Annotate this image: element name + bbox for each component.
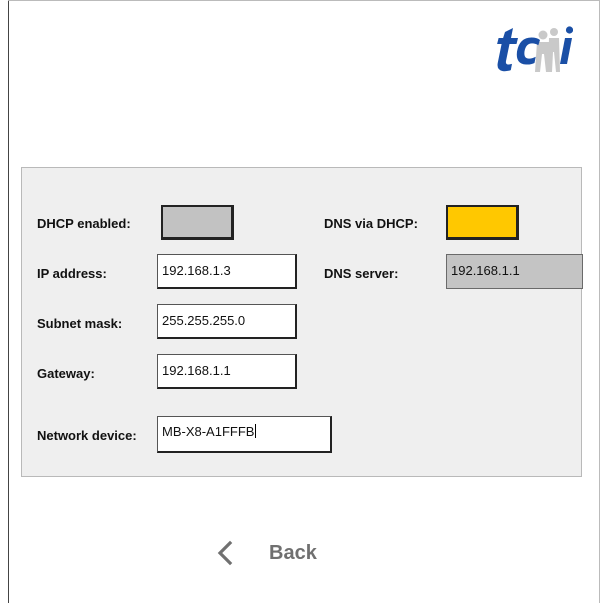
dns-via-dhcp-toggle[interactable] [446,205,519,240]
chevron-left-icon [217,540,233,566]
ip-address-field[interactable]: 192.168.1.3 [157,254,297,289]
subnet-mask-label: Subnet mask: [37,316,123,331]
dhcp-enabled-toggle[interactable] [161,205,234,240]
window-left-border [8,0,9,603]
dns-server-label: DNS server: [324,266,399,281]
gateway-label: Gateway: [37,366,95,381]
dns-server-field: 192.168.1.1 [446,254,583,289]
network-device-value: MB-X8-A1FFFB [162,424,255,439]
dns-via-dhcp-label: DNS via DHCP: [324,216,418,231]
gateway-field[interactable]: 192.168.1.1 [157,354,297,389]
tcmi-logo [497,26,573,72]
subnet-mask-field[interactable]: 255.255.255.0 [157,304,297,339]
text-caret [255,424,257,438]
back-button[interactable]: Back [215,535,317,571]
network-device-label: Network device: [37,428,137,443]
network-device-field[interactable]: MB-X8-A1FFFB [157,416,332,453]
dhcp-enabled-label: DHCP enabled: [37,216,131,231]
back-label: Back [269,541,317,564]
ip-address-label: IP address: [37,266,107,281]
network-settings-panel: DHCP enabled: DNS via DHCP: IP address: … [21,167,583,477]
window-top-border [8,0,600,1]
